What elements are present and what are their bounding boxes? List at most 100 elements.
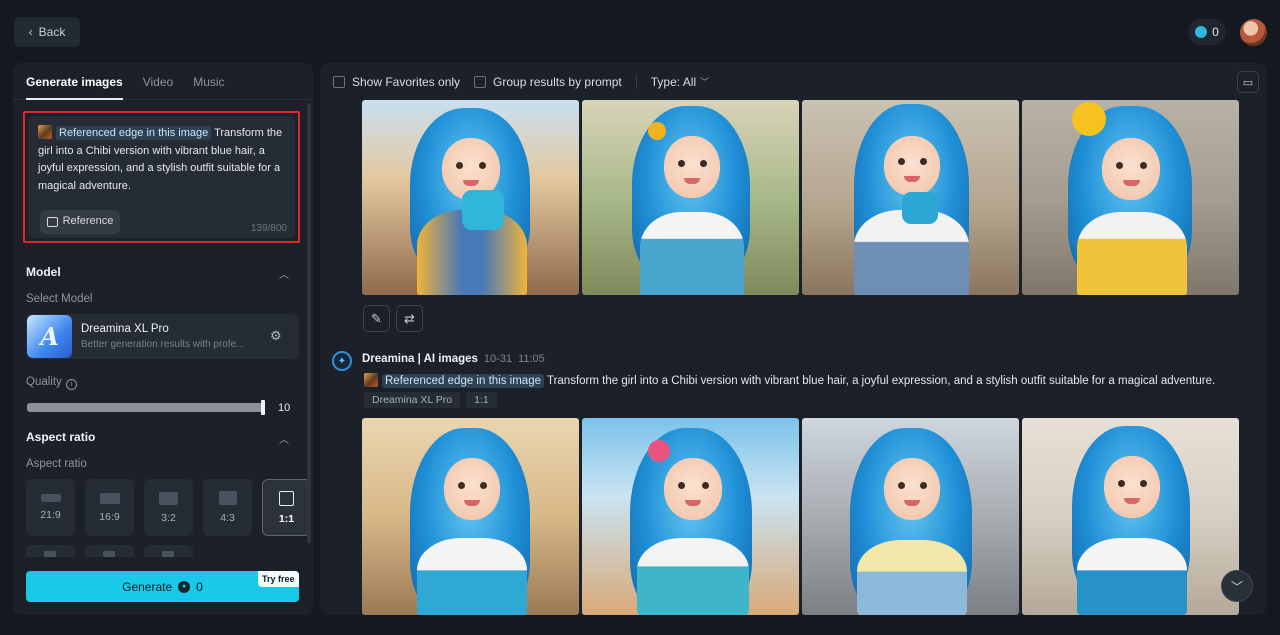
show-favorites-toggle[interactable]: Show Favorites only xyxy=(333,75,460,89)
prompt-input[interactable]: Referenced edge in this image Transform … xyxy=(28,116,295,238)
aspect-ratio-options: 21:9 16:9 3:2 4:3 1:1 xyxy=(26,479,311,536)
chevron-down-icon: ﹀ xyxy=(1230,579,1243,594)
result-image[interactable] xyxy=(802,100,1019,295)
quality-label-row: Quality i xyxy=(26,376,77,390)
back-button[interactable]: ‹ Back xyxy=(14,17,80,47)
ratio-label: 16:9 xyxy=(99,510,120,523)
entry-brand: Dreamina | AI images xyxy=(362,353,478,365)
ratio-shape-icon xyxy=(159,491,178,505)
scroll-down-button[interactable]: ﹀ xyxy=(1221,570,1253,602)
tab-video[interactable]: Video xyxy=(143,63,173,100)
chevron-down-icon: ﹀ xyxy=(700,77,710,87)
info-icon[interactable]: i xyxy=(65,379,77,390)
ratio-shape-icon xyxy=(99,492,120,504)
generate-label: Generate xyxy=(122,579,173,594)
chevron-up-icon[interactable]: ︿ xyxy=(279,266,289,281)
sliders-icon[interactable]: ⚙ xyxy=(270,328,282,344)
ratio-1-1[interactable]: 1:1 xyxy=(262,479,311,536)
regenerate-icon[interactable]: ⇄ xyxy=(396,305,423,332)
quality-slider-fill xyxy=(27,403,263,412)
model-tag: Dreamina XL Pro xyxy=(364,392,461,408)
ratio-shape-icon xyxy=(218,491,237,505)
result-image[interactable] xyxy=(1022,100,1239,295)
chevron-left-icon: ‹ xyxy=(28,25,33,39)
ratio-shape-icon xyxy=(279,490,294,506)
quality-slider-handle[interactable] xyxy=(261,400,265,415)
entry-date: 10-31 xyxy=(483,353,513,365)
mode-tabs: Generate images Video Music xyxy=(13,63,313,100)
dreamina-logo-icon: ✦ xyxy=(332,351,352,371)
ratio-option[interactable] xyxy=(85,545,134,557)
entry-prompt-text: Transform the girl into a Chibi version … xyxy=(544,375,1216,387)
type-filter-dropdown[interactable]: Type: All ﹀ xyxy=(651,75,709,89)
result-image[interactable] xyxy=(362,100,579,295)
aspect-ratio-options-row2 xyxy=(26,545,193,557)
ratio-tag: 1:1 xyxy=(466,392,497,408)
folder-icon[interactable]: ▭ xyxy=(1237,71,1259,93)
checkbox[interactable] xyxy=(474,75,487,88)
ratio-label: 4:3 xyxy=(220,512,235,524)
model-description: Better generation results with profe... xyxy=(81,339,245,350)
results-toolbar: Show Favorites only Group results by pro… xyxy=(320,63,1266,100)
ratio-3-2[interactable]: 3:2 xyxy=(144,479,193,536)
group-by-prompt-label: Group results by prompt xyxy=(493,74,622,89)
result-image[interactable] xyxy=(802,418,1019,615)
ratio-4-3[interactable]: 4:3 xyxy=(203,479,252,536)
entry-prompt: Referenced edge in this image Transform … xyxy=(364,373,1216,388)
result-image[interactable] xyxy=(362,418,579,615)
entry-time: 11:05 xyxy=(518,353,545,365)
prompt-highlight-box: Referenced edge in this image Transform … xyxy=(23,111,300,243)
ratio-shape-icon xyxy=(40,494,61,502)
ratio-option[interactable] xyxy=(144,545,193,557)
model-logo-icon: A xyxy=(27,315,72,358)
show-favorites-label: Show Favorites only xyxy=(352,74,461,89)
ratio-label: 3:2 xyxy=(161,511,176,524)
result-image[interactable] xyxy=(582,418,799,615)
top-bar: ‹ Back 0 xyxy=(0,0,1280,62)
ratio-21-9[interactable]: 21:9 xyxy=(26,479,75,536)
chevron-up-icon[interactable]: ︿ xyxy=(279,431,289,446)
quality-value: 10 xyxy=(278,402,291,414)
reference-chip[interactable]: Referenced edge in this image xyxy=(382,374,544,388)
results-panel: Show Favorites only Group results by pro… xyxy=(320,63,1266,615)
reference-label: Reference xyxy=(62,215,114,228)
entry-tags: Dreamina XL Pro 1:1 xyxy=(364,392,497,408)
try-free-badge: Try free xyxy=(258,571,299,587)
quality-slider[interactable] xyxy=(27,403,263,412)
credits-count: 0 xyxy=(1212,25,1219,39)
credit-coin-icon xyxy=(1195,26,1208,38)
checkbox[interactable] xyxy=(333,75,345,88)
char-count: 139/800 xyxy=(250,223,287,234)
credits-pill[interactable]: 0 xyxy=(1188,19,1226,45)
ratio-label: 21:9 xyxy=(40,509,61,521)
ratio-label: 1:1 xyxy=(278,512,295,525)
ratio-option[interactable] xyxy=(26,545,75,557)
panel-scrollbar[interactable] xyxy=(307,103,311,543)
image-reference-icon xyxy=(46,217,58,227)
aspect-section-title: Aspect ratio xyxy=(26,430,96,444)
quality-label: Quality xyxy=(26,376,62,388)
result-image[interactable] xyxy=(1022,418,1239,615)
model-selector[interactable]: A Dreamina XL Pro Better generation resu… xyxy=(26,314,299,359)
entry-header: Dreamina | AI images 10-31 11:05 xyxy=(362,353,545,365)
back-label: Back xyxy=(38,25,66,39)
aspect-ratio-label: Aspect ratio xyxy=(26,458,87,470)
ratio-16-9[interactable]: 16:9 xyxy=(85,479,134,536)
edit-icon[interactable]: ✎ xyxy=(363,305,390,332)
reference-thumbnail xyxy=(364,373,378,387)
credit-coin-icon: ● xyxy=(178,580,191,593)
reference-chip[interactable]: Referenced edge in this image xyxy=(56,126,212,140)
user-avatar[interactable] xyxy=(1240,19,1267,46)
model-name: Dreamina XL Pro xyxy=(81,323,169,335)
toolbar-divider xyxy=(635,74,637,89)
tab-music[interactable]: Music xyxy=(193,63,224,100)
result-image[interactable] xyxy=(582,100,799,295)
group-by-prompt-toggle[interactable]: Group results by prompt xyxy=(474,75,622,89)
reference-thumbnail xyxy=(38,125,52,139)
generate-panel: Generate images Video Music Referenced e… xyxy=(13,63,313,615)
tab-generate-images[interactable]: Generate images xyxy=(26,63,123,100)
reference-button[interactable]: Reference xyxy=(40,210,120,234)
type-filter-label: Type: All xyxy=(650,74,697,89)
generate-cost: 0 xyxy=(196,579,203,594)
select-model-label: Select Model xyxy=(26,293,93,305)
